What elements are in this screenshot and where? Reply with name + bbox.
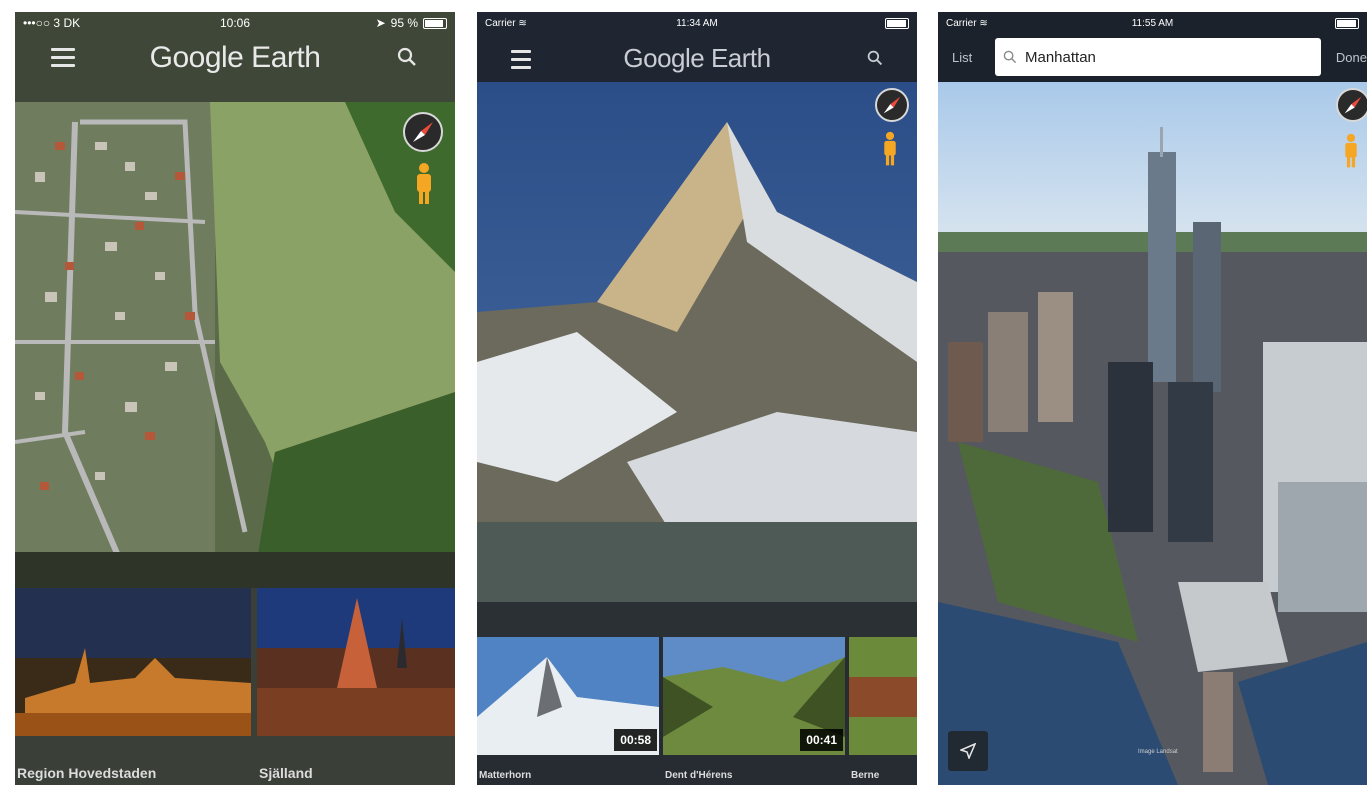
tour-thumbnail xyxy=(257,588,455,736)
tour-card[interactable]: 00:58 Matterhorn xyxy=(477,637,659,785)
duration-badge: 00:41 xyxy=(800,729,843,751)
wifi-icon: ≋ xyxy=(979,17,988,29)
carrier-label: Carrier xyxy=(485,17,516,29)
tour-cards: Region Hovedstaden Själland xyxy=(15,588,455,785)
tour-card[interactable]: Själland xyxy=(257,588,455,785)
screen-manhattan: Carrier ≋ 11:55 AM List Done Image Lands… xyxy=(938,12,1367,785)
pegman-icon[interactable] xyxy=(413,162,435,206)
tour-card[interactable]: Region Hovedstaden xyxy=(15,588,251,785)
tour-label: Matterhorn xyxy=(479,770,532,781)
search-icon[interactable] xyxy=(397,47,417,67)
battery-icon xyxy=(423,17,447,29)
compass-icon[interactable] xyxy=(1336,88,1367,122)
tour-label: Själland xyxy=(259,765,313,781)
tour-label: Berne xyxy=(851,770,880,781)
search-input[interactable] xyxy=(1023,47,1297,67)
my-location-button[interactable] xyxy=(948,731,988,771)
screen-matterhorn: Carrier ≋ 11:34 AM Google Earth 00:58 Ma… xyxy=(477,12,917,785)
battery-fill xyxy=(1337,19,1356,27)
search-icon xyxy=(1003,50,1017,64)
location-arrow-icon: ➤ xyxy=(375,16,386,30)
3d-city-view[interactable] xyxy=(938,82,1367,785)
tour-thumbnail xyxy=(15,588,251,736)
battery-fill xyxy=(425,19,443,27)
search-bar: List Done xyxy=(938,34,1367,80)
compass-icon[interactable] xyxy=(875,88,909,122)
tour-label: Region Hovedstaden xyxy=(17,765,157,781)
tour-card[interactable]: Berne xyxy=(849,637,917,785)
compass-icon[interactable] xyxy=(403,112,443,152)
search-field[interactable] xyxy=(995,38,1321,76)
battery-icon xyxy=(1335,17,1359,29)
3d-mountain-view[interactable] xyxy=(477,82,917,642)
menu-icon[interactable] xyxy=(51,48,75,68)
tour-thumbnail xyxy=(849,637,917,755)
image-attribution: Image Landsat xyxy=(1138,749,1178,755)
battery-fill xyxy=(887,19,906,27)
battery-percent: 95 % xyxy=(390,16,418,30)
app-header: Google Earth xyxy=(477,34,917,82)
tour-cards: 00:58 Matterhorn 00:41 Dent d'Hérens Ber… xyxy=(477,637,917,785)
locate-arrow-icon xyxy=(960,743,976,759)
pegman-icon[interactable] xyxy=(1342,132,1360,170)
screen-denmark: •••○○ 3 DK 10:06 ➤ 95 % Google Earth Reg… xyxy=(15,12,455,785)
app-title: Google Earth xyxy=(623,42,771,73)
menu-icon[interactable] xyxy=(511,50,531,70)
pegman-icon[interactable] xyxy=(881,130,899,168)
wifi-icon: ≋ xyxy=(518,17,527,29)
search-icon[interactable] xyxy=(867,50,883,66)
done-button[interactable]: Done xyxy=(1336,50,1367,65)
tour-card[interactable]: 00:41 Dent d'Hérens xyxy=(663,637,845,785)
app-header: Google Earth xyxy=(15,34,455,82)
carrier-label: Carrier xyxy=(946,17,977,29)
tour-label: Dent d'Hérens xyxy=(665,770,733,781)
app-title: Google Earth xyxy=(149,41,321,74)
status-bar: •••○○ 3 DK 10:06 ➤ 95 % xyxy=(15,12,455,34)
status-bar: Carrier ≋ 11:34 AM xyxy=(477,12,917,34)
carrier-label: •••○○ 3 DK xyxy=(23,16,81,30)
battery-icon xyxy=(885,17,909,29)
status-bar: Carrier ≋ 11:55 AM xyxy=(938,12,1367,34)
duration-badge: 00:58 xyxy=(614,729,657,751)
list-button[interactable]: List xyxy=(952,50,992,65)
